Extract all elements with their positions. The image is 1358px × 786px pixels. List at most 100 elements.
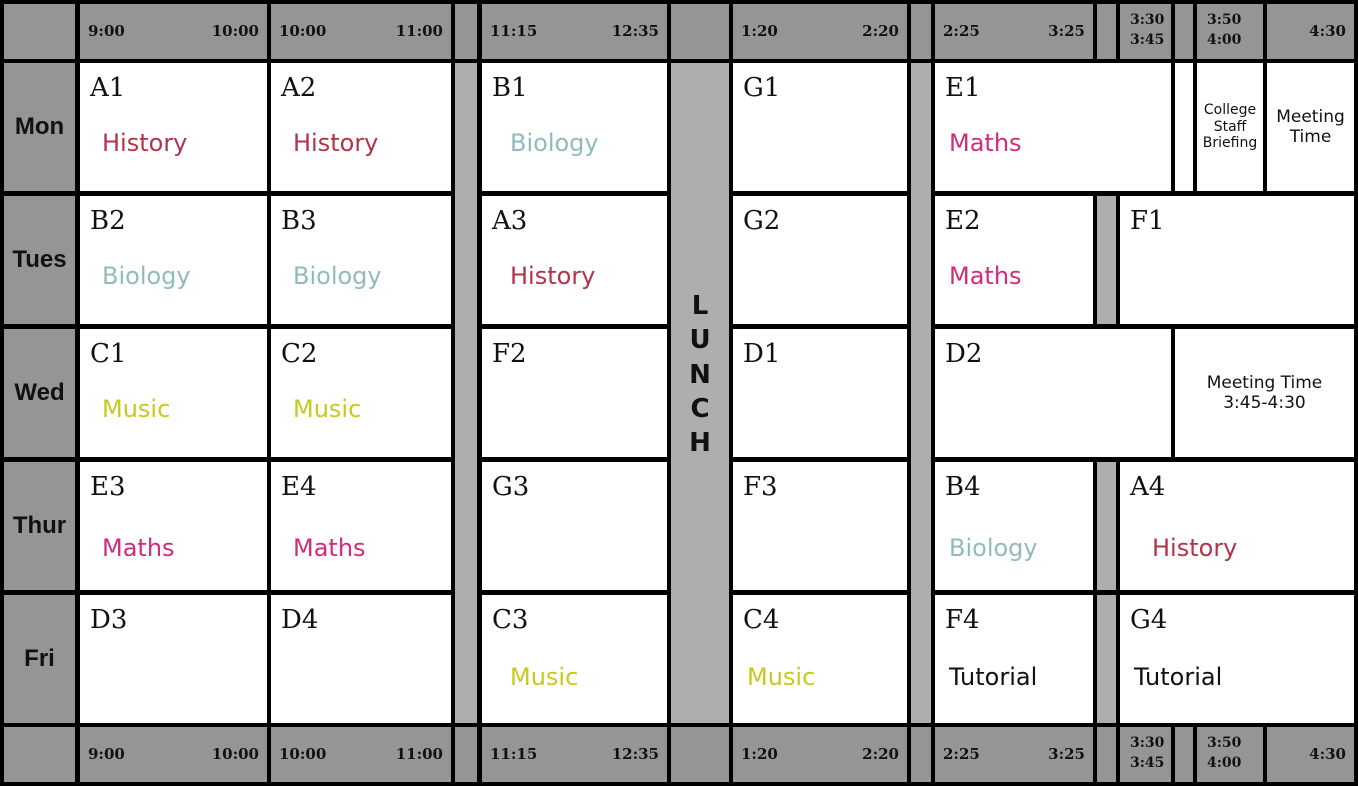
footer-time-start: 9:00 xyxy=(88,745,125,763)
subject-label: History xyxy=(510,262,596,290)
footer-time-start: 1:20 xyxy=(741,745,778,763)
header-time-end: 11:00 xyxy=(395,22,443,40)
day-label-tues: Tues xyxy=(4,196,75,324)
lesson-tues-a3[interactable]: A3 History xyxy=(482,196,667,324)
lesson-tues-g2[interactable]: G2 xyxy=(733,196,907,324)
header-period-4: 1:20 2:20 xyxy=(733,4,907,59)
lesson-thur-f3[interactable]: F3 xyxy=(733,462,907,590)
footer-time-start: 3:50 xyxy=(1207,735,1242,751)
lesson-mon-b1[interactable]: B1 Biology xyxy=(482,63,667,191)
lesson-fri-g4[interactable]: G4 Tutorial xyxy=(1120,595,1354,723)
subject-label: Maths xyxy=(293,534,366,562)
class-code: D1 xyxy=(743,339,781,369)
header-period-1: 9:00 10:00 xyxy=(80,4,267,59)
footer-time-end: 4:00 xyxy=(1207,755,1242,771)
tues-break xyxy=(1097,196,1116,324)
subject-label: History xyxy=(102,129,188,157)
subject-label: Maths xyxy=(102,534,175,562)
lesson-mon-a2[interactable]: A2 History xyxy=(271,63,451,191)
footer-period-2: 10:00 11:00 xyxy=(271,727,451,782)
mon-college-staff-briefing[interactable]: College Staff Briefing xyxy=(1197,63,1263,191)
footer-time-start: 3:30 xyxy=(1130,735,1165,751)
lesson-fri-f4[interactable]: F4 Tutorial xyxy=(935,595,1093,723)
lunch-letter: N xyxy=(689,359,711,390)
footer-end: 4:30 xyxy=(1267,727,1354,782)
lesson-thur-g3[interactable]: G3 xyxy=(482,462,667,590)
footer-break-2 xyxy=(911,727,931,782)
footer-time-end: 4:30 xyxy=(1309,745,1346,763)
class-code: C4 xyxy=(743,605,780,635)
class-code: G2 xyxy=(743,206,781,236)
class-code: E2 xyxy=(945,206,981,236)
lesson-tues-f1[interactable]: F1 xyxy=(1120,196,1354,324)
lesson-fri-d4[interactable]: D4 xyxy=(271,595,451,723)
subject-label: Biology xyxy=(102,262,191,290)
footer-time-end: 12:35 xyxy=(611,745,659,763)
subject-label: Music xyxy=(747,663,816,691)
header-time-start: 3:30 xyxy=(1130,12,1165,28)
lesson-tues-b2[interactable]: B2 Biology xyxy=(80,196,267,324)
subject-label: Tutorial xyxy=(1134,663,1223,691)
footer-time-end: 10:00 xyxy=(211,745,259,763)
header-time-end: 3:45 xyxy=(1130,32,1165,48)
footer-period-5: 2:25 3:25 xyxy=(935,727,1093,782)
header-slot-1: 3:30 3:45 xyxy=(1120,4,1171,59)
class-code: C3 xyxy=(492,605,529,635)
day-label-thur: Thur xyxy=(4,462,75,590)
class-code: G3 xyxy=(492,472,530,502)
class-code: F3 xyxy=(743,472,778,502)
lesson-tues-b3[interactable]: B3 Biology xyxy=(271,196,451,324)
footer-break-4 xyxy=(1175,727,1193,782)
footer-break-1 xyxy=(455,727,477,782)
header-break-3 xyxy=(1097,4,1116,59)
meeting-label: Meeting Time xyxy=(1276,106,1345,147)
briefing-label: College Staff Briefing xyxy=(1202,101,1258,152)
class-code: C2 xyxy=(281,339,318,369)
header-break-2 xyxy=(911,4,931,59)
lesson-fri-c4[interactable]: C4 Music xyxy=(733,595,907,723)
class-code: G4 xyxy=(1130,605,1168,635)
lunch-letter: U xyxy=(689,325,711,356)
header-period-3: 11:15 12:35 xyxy=(482,4,667,59)
afternoon-break-column xyxy=(911,63,931,723)
lesson-mon-a1[interactable]: A1 History xyxy=(80,63,267,191)
lesson-thur-a4[interactable]: A4 History xyxy=(1120,462,1354,590)
lesson-fri-d3[interactable]: D3 xyxy=(80,595,267,723)
footer-time-start: 11:15 xyxy=(490,745,538,763)
lunch-letter: L xyxy=(691,291,709,321)
header-end: 4:30 xyxy=(1267,4,1354,59)
header-time-end: 2:20 xyxy=(862,22,899,40)
lunch-label: LUNCH xyxy=(671,289,729,461)
lesson-mon-g1[interactable]: G1 xyxy=(733,63,907,191)
lesson-mon-e1[interactable]: E1 Maths xyxy=(935,63,1171,191)
footer-time-start: 10:00 xyxy=(279,745,327,763)
header-period-5: 2:25 3:25 xyxy=(935,4,1093,59)
class-code: B4 xyxy=(945,472,981,502)
lesson-wed-c2[interactable]: C2 Music xyxy=(271,329,451,457)
subject-label: Biology xyxy=(293,262,382,290)
wed-meeting-time[interactable]: Meeting Time 3:45-4:30 xyxy=(1175,329,1354,457)
footer-corner xyxy=(4,727,75,782)
class-code: A2 xyxy=(281,73,317,103)
lesson-wed-c1[interactable]: C1 Music xyxy=(80,329,267,457)
lesson-tues-e2[interactable]: E2 Maths xyxy=(935,196,1093,324)
header-corner xyxy=(4,4,75,59)
footer-time-end: 2:20 xyxy=(862,745,899,763)
lesson-fri-c3[interactable]: C3 Music xyxy=(482,595,667,723)
lesson-thur-e4[interactable]: E4 Maths xyxy=(271,462,451,590)
header-lunch xyxy=(671,4,729,59)
lesson-wed-d2[interactable]: D2 xyxy=(935,329,1171,457)
lesson-wed-f2[interactable]: F2 xyxy=(482,329,667,457)
lesson-thur-e3[interactable]: E3 Maths xyxy=(80,462,267,590)
mon-meeting-time[interactable]: Meeting Time xyxy=(1267,63,1354,191)
class-code: F4 xyxy=(945,605,980,635)
header-time-end: 10:00 xyxy=(211,22,259,40)
header-time-start: 9:00 xyxy=(88,22,125,40)
class-code: G1 xyxy=(743,73,781,103)
lesson-thur-b4[interactable]: B4 Biology xyxy=(935,462,1093,590)
header-time-end: 4:00 xyxy=(1207,32,1242,48)
header-time-end: 3:25 xyxy=(1048,22,1085,40)
class-code: E1 xyxy=(945,73,981,103)
lesson-wed-d1[interactable]: D1 xyxy=(733,329,907,457)
class-code: A4 xyxy=(1130,472,1166,502)
